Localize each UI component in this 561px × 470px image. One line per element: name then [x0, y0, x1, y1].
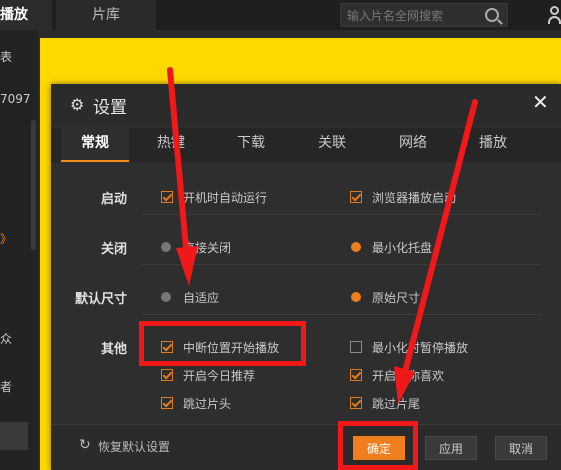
- annotation-arrow-line-right: [402, 99, 478, 375]
- annotation-arrowhead-right: [394, 366, 415, 404]
- annotation-arrows: [167, 67, 478, 404]
- annotation-arrowhead-left: [176, 246, 198, 286]
- annotation-arrow-line-left: [167, 67, 189, 251]
- app-window: 播放 片库 输入片名全网搜索 表 7097 》 众 者 ⚙ 设置 ✕ 常规 热键…: [0, 0, 561, 470]
